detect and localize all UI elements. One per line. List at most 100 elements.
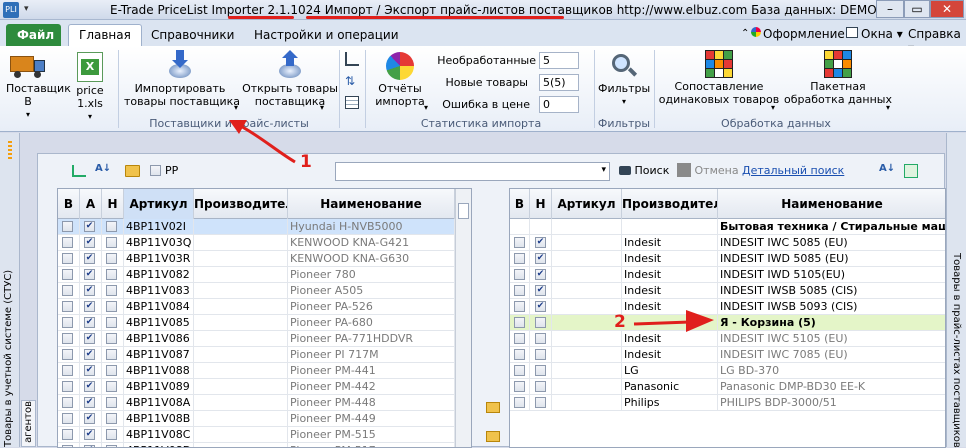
- n-checkbox[interactable]: [535, 381, 546, 392]
- folder-open-icon[interactable]: [486, 402, 500, 413]
- col-producer[interactable]: Производитель: [194, 189, 288, 219]
- n-checkbox[interactable]: ✔: [535, 301, 546, 312]
- table-row[interactable]: ✔ 4BP11V082 Pioneer 780: [58, 267, 455, 283]
- n-checkbox[interactable]: ✔: [535, 237, 546, 248]
- n-checkbox[interactable]: [535, 349, 546, 360]
- right-side-panel[interactable]: Товары в прайс-листах поставщиков: [946, 133, 966, 448]
- table-row[interactable]: ✔ 4BP11V087 Pioneer PI 717M: [58, 347, 455, 363]
- a-checkbox[interactable]: ✔: [84, 317, 95, 328]
- v-checkbox[interactable]: [514, 301, 525, 312]
- sort-az-icon[interactable]: A↓: [879, 163, 895, 174]
- maximize-icon[interactable]: ▭: [904, 0, 930, 18]
- refresh-icon[interactable]: ⇅: [345, 74, 359, 88]
- import-reports-button[interactable]: Отчёты импорта: [370, 52, 430, 108]
- n-checkbox[interactable]: ✔: [535, 285, 546, 296]
- n-checkbox[interactable]: [106, 429, 117, 440]
- col-producer[interactable]: Производитель: [622, 189, 718, 219]
- v-checkbox[interactable]: [514, 269, 525, 280]
- a-checkbox[interactable]: ✔: [84, 253, 95, 264]
- n-checkbox[interactable]: [106, 221, 117, 232]
- chevron-down-icon[interactable]: ▾: [320, 103, 324, 112]
- table-row[interactable]: ✔ 4BP11V02I Hyundai H-NVB5000: [58, 219, 455, 235]
- a-checkbox[interactable]: ✔: [84, 269, 95, 280]
- tab-home[interactable]: Главная: [68, 24, 142, 46]
- n-checkbox[interactable]: [106, 413, 117, 424]
- chevron-down-icon[interactable]: ▾: [886, 103, 890, 112]
- col-n[interactable]: Н: [102, 189, 124, 219]
- n-checkbox[interactable]: [106, 237, 117, 248]
- a-checkbox[interactable]: ✔: [84, 301, 95, 312]
- design-menu[interactable]: Оформление ▾: [763, 27, 855, 41]
- v-checkbox[interactable]: [514, 253, 525, 264]
- n-checkbox[interactable]: ✔: [535, 253, 546, 264]
- n-checkbox[interactable]: [106, 349, 117, 360]
- v-checkbox[interactable]: [62, 413, 73, 424]
- left-side-tab[interactable]: агентов: [21, 400, 36, 447]
- table-row[interactable]: ✔ 4BP11V03R KENWOOD KNA-G630: [58, 251, 455, 267]
- v-checkbox[interactable]: [62, 237, 73, 248]
- table-row[interactable]: LG LG BD-370: [510, 363, 945, 379]
- v-checkbox[interactable]: [514, 285, 525, 296]
- v-checkbox[interactable]: [62, 317, 73, 328]
- search-button[interactable]: Поиск: [619, 164, 669, 177]
- v-checkbox[interactable]: [62, 221, 73, 232]
- a-checkbox[interactable]: ✔: [84, 413, 95, 424]
- group-row[interactable]: Бытовая техника / Стиральные машины: [510, 219, 945, 235]
- left-grid-scrollbar[interactable]: [455, 189, 471, 447]
- v-checkbox[interactable]: [62, 253, 73, 264]
- n-checkbox[interactable]: [106, 333, 117, 344]
- n-checkbox[interactable]: [106, 253, 117, 264]
- n-checkbox[interactable]: [106, 381, 117, 392]
- search-combo[interactable]: ▾: [335, 162, 610, 181]
- compare-same-goods-button[interactable]: Сопоставление одинаковых товаров: [658, 50, 780, 106]
- col-name[interactable]: Наименование: [288, 189, 455, 219]
- v-checkbox[interactable]: [62, 301, 73, 312]
- v-checkbox[interactable]: [62, 333, 73, 344]
- table-row[interactable]: ✔ 4BP11V089 Pioneer PM-442: [58, 379, 455, 395]
- export-icon[interactable]: [904, 164, 918, 178]
- table-row[interactable]: Panasonic Panasonic DMP-BD30 EE-K: [510, 379, 945, 395]
- collapse-ribbon-icon[interactable]: ⌃: [741, 28, 749, 39]
- n-checkbox[interactable]: [106, 317, 117, 328]
- n-checkbox[interactable]: [535, 333, 546, 344]
- tab-directories[interactable]: Справочники: [140, 24, 245, 46]
- table-row[interactable]: ✔ 4BP11V08A Pioneer PM-448: [58, 395, 455, 411]
- col-article[interactable]: Артикул: [552, 189, 622, 219]
- supplier-goods-grid[interactable]: В Н Артикул Производитель Наименование Б…: [509, 188, 946, 448]
- n-checkbox[interactable]: [106, 301, 117, 312]
- table-row[interactable]: Philips PHILIPS BDP-3000/51: [510, 395, 945, 411]
- basket-row[interactable]: Я - Корзина (5): [510, 315, 945, 331]
- v-checkbox[interactable]: [62, 349, 73, 360]
- table-row[interactable]: ✔ 4BP11V086 Pioneer PA-771HDDVR: [58, 331, 455, 347]
- panel-grip-icon[interactable]: [8, 141, 12, 159]
- tab-settings[interactable]: Настройки и операции: [243, 24, 410, 46]
- n-checkbox[interactable]: [535, 397, 546, 408]
- n-checkbox[interactable]: [106, 285, 117, 296]
- small-tool-icon[interactable]: [345, 52, 359, 66]
- a-checkbox[interactable]: ✔: [84, 429, 95, 440]
- a-checkbox[interactable]: ✔: [84, 349, 95, 360]
- a-checkbox[interactable]: ✔: [84, 237, 95, 248]
- v-checkbox[interactable]: [514, 365, 525, 376]
- n-checkbox[interactable]: [106, 269, 117, 280]
- price-file-button[interactable]: X price 1.xls ▾: [70, 52, 110, 123]
- tab-file[interactable]: Файл: [6, 24, 61, 46]
- col-name[interactable]: Наименование: [718, 189, 945, 219]
- left-side-panel[interactable]: Товары в учетной системе (СТУС): [0, 133, 20, 447]
- table-row[interactable]: ✔ Indesit INDESIT IWSB 5093 (CIS): [510, 299, 945, 315]
- cancel-button[interactable]: Отмена: [677, 163, 739, 180]
- table-row[interactable]: ✔ 4BP11V08D Pioneer PM-517: [58, 443, 455, 447]
- table-row[interactable]: ✔ 4BP11V08C Pioneer PM-515: [58, 427, 455, 443]
- v-checkbox[interactable]: [62, 381, 73, 392]
- folder-delete-icon[interactable]: [486, 431, 500, 442]
- windows-menu[interactable]: Окна ▾: [861, 27, 903, 41]
- table-row[interactable]: Indesit INDESIT IWC 7085 (EU): [510, 347, 945, 363]
- v-checkbox[interactable]: [62, 269, 73, 280]
- n-checkbox[interactable]: [106, 365, 117, 376]
- detail-search-link[interactable]: Детальный поиск: [742, 164, 844, 177]
- col-article[interactable]: Артикул: [124, 189, 194, 219]
- v-checkbox[interactable]: [514, 397, 525, 408]
- a-checkbox[interactable]: ✔: [84, 365, 95, 376]
- pp-checkbox[interactable]: [150, 165, 161, 176]
- chevron-down-icon[interactable]: ▾: [424, 103, 428, 112]
